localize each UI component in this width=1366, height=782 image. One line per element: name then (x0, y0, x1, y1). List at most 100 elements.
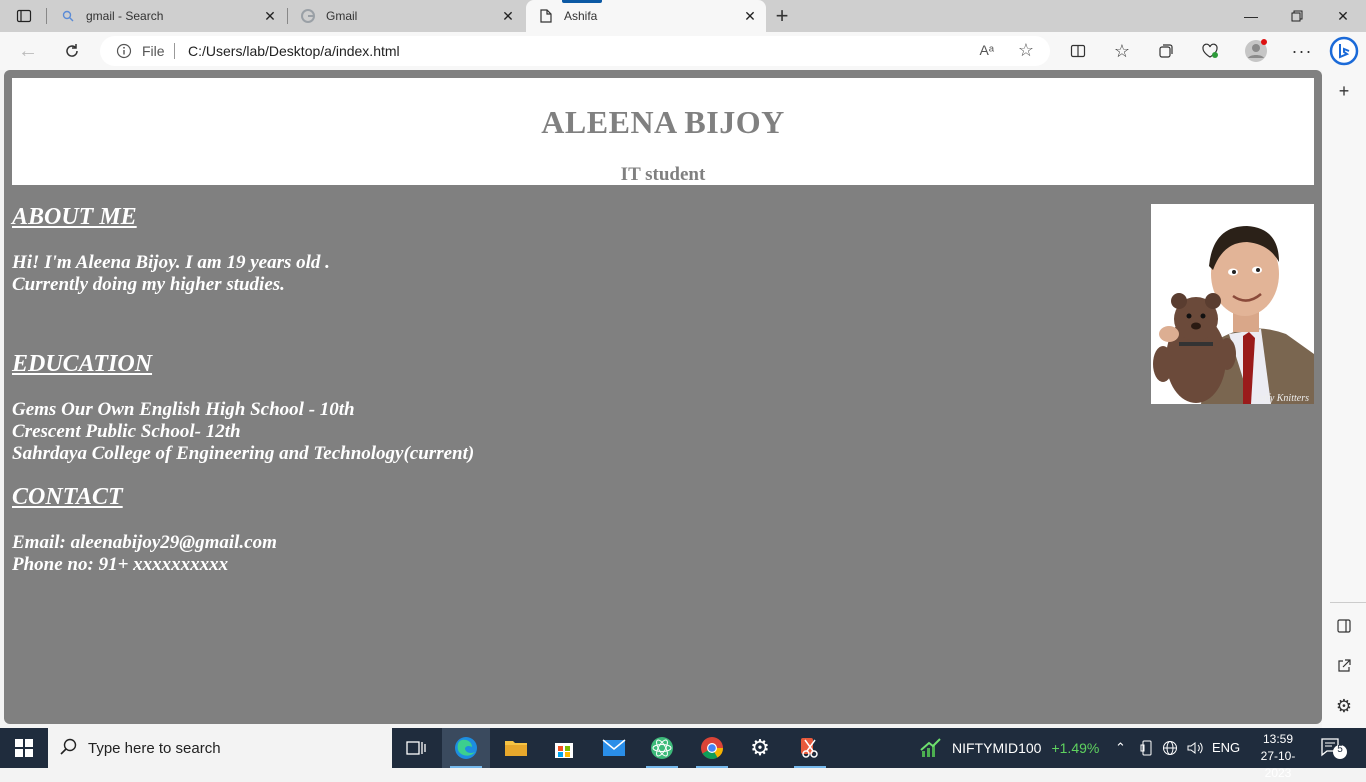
refresh-button[interactable] (56, 35, 88, 67)
windows-logo-icon (15, 739, 33, 757)
about-heading: ABOUT ME (12, 204, 137, 230)
about-line: Hi! I'm Aleena Bijoy. I am 19 years old … (12, 252, 330, 273)
taskbar-store[interactable] (540, 728, 588, 768)
about-line: Currently doing my higher studies. (12, 274, 285, 295)
profile-photo: Taffy Knitters (1151, 204, 1314, 404)
minimize-button[interactable]: — (1228, 0, 1274, 32)
avatar (1245, 39, 1267, 62)
tab-separator (46, 8, 47, 24)
scheme-label: File (142, 43, 165, 59)
back-button[interactable]: ← (12, 35, 44, 67)
page-header: ALEENA BIJOY IT student (12, 78, 1314, 185)
read-aloud-icon[interactable]: Aᵃ (979, 42, 994, 58)
stock-chart-icon (920, 738, 941, 757)
sidebar-add-button[interactable]: + (1332, 79, 1356, 103)
sidebar-settings-button[interactable]: ⚙ (1332, 694, 1356, 718)
profile-button[interactable] (1240, 35, 1272, 67)
mail-icon (602, 739, 626, 756)
external-link-icon (1338, 659, 1351, 672)
browser-essentials-button[interactable] (1194, 35, 1226, 67)
contact-heading: CONTACT (12, 484, 123, 510)
google-icon (300, 8, 316, 24)
restore-icon (1291, 10, 1303, 22)
show-hidden-icons-button[interactable]: ⌃ (1115, 740, 1126, 756)
store-icon (555, 743, 573, 758)
notification-center-button[interactable]: 5 (1318, 736, 1348, 760)
contact-email: Email: aleenabijoy29@gmail.com (12, 532, 277, 553)
windows-taskbar: Type here to search ⚙ NIFTYMID100 +1.49%… (0, 728, 1366, 780)
favorites-button[interactable]: ☆ (1106, 35, 1138, 67)
restore-button[interactable] (1274, 0, 1320, 32)
taskbar-mail[interactable] (590, 728, 638, 768)
tab-title: Gmail (326, 9, 358, 23)
tab-title: gmail - Search (86, 9, 164, 23)
gear-icon: ⚙ (750, 735, 770, 760)
search-icon (60, 738, 77, 755)
collections-button[interactable] (1150, 35, 1182, 67)
close-window-button[interactable]: ✕ (1320, 0, 1366, 32)
atom-icon (651, 737, 673, 759)
split-screen-button[interactable] (1062, 35, 1094, 67)
taskbar-atom[interactable] (638, 728, 686, 768)
settings-more-button[interactable]: ··· (1286, 35, 1318, 67)
taskbar-edge[interactable] (442, 728, 490, 768)
tab-strip: gmail - Search ✕ Gmail ✕ Ashifa ✕ + — ✕ (0, 0, 1366, 32)
page-subtitle: IT student (620, 164, 706, 185)
taskbar-settings[interactable]: ⚙ (736, 728, 784, 768)
network-globe-icon[interactable] (1162, 740, 1178, 759)
heart-pulse-icon (1202, 43, 1218, 58)
page-title: ALEENA BIJOY (541, 104, 785, 140)
stock-widget[interactable]: NIFTYMID100 +1.49% (920, 728, 1099, 768)
education-line: Sahrdaya College of Engineering and Tech… (12, 443, 475, 464)
start-button[interactable] (0, 728, 48, 768)
task-view-icon (406, 741, 426, 755)
favorite-star-icon[interactable]: ☆ (1018, 40, 1034, 61)
bing-copilot-button[interactable] (1326, 33, 1362, 69)
tab-gmail-search[interactable]: gmail - Search ✕ (48, 0, 286, 32)
close-tab-button[interactable]: ✕ (260, 6, 280, 26)
url-text[interactable]: C:/Users/lab/Desktop/a/index.html (188, 43, 400, 59)
refresh-icon (66, 44, 78, 57)
taskbar-file-explorer[interactable] (492, 728, 540, 768)
close-tab-button[interactable]: ✕ (740, 6, 760, 26)
clock-date: 27-10-2023 (1260, 749, 1296, 780)
stock-name: NIFTYMID100 (952, 740, 1042, 756)
system-clock[interactable]: 13:59 27-10-2023 (1248, 731, 1308, 782)
tab-title: Ashifa (564, 9, 598, 23)
sidebar-divider (1330, 602, 1366, 603)
address-bar[interactable]: File C:/Users/lab/Desktop/a/index.html A… (100, 36, 1050, 66)
hide-sidebar-button[interactable] (1332, 614, 1356, 638)
close-tab-button[interactable]: ✕ (498, 6, 518, 26)
info-icon[interactable] (116, 43, 132, 59)
browser-toolbar: ← File C:/Users/lab/Desktop/a/index.html… (0, 32, 1366, 70)
tab-actions-icon (16, 9, 32, 23)
search-icon (60, 8, 76, 24)
open-external-button[interactable] (1332, 654, 1356, 678)
favorites-icon: ☆ (1113, 40, 1131, 61)
folder-icon (505, 741, 527, 756)
collections-icon (1159, 44, 1173, 58)
tab-ashifa[interactable]: Ashifa ✕ (526, 0, 766, 32)
taskbar-chrome[interactable] (688, 728, 736, 768)
taskbar-snipping-tool[interactable] (786, 728, 834, 768)
contact-phone: Phone no: 91+ xxxxxxxxxx (12, 554, 229, 575)
edge-icon (455, 737, 477, 759)
web-page: ALEENA BIJOY IT student ABOUT ME Hi! I'm… (4, 70, 1322, 724)
chrome-icon (701, 737, 723, 759)
volume-icon[interactable] (1186, 740, 1204, 759)
scissors-icon (801, 738, 818, 758)
taskbar-search-box[interactable]: Type here to search (48, 728, 392, 768)
language-indicator[interactable]: ENG (1212, 740, 1240, 755)
split-screen-icon (1070, 44, 1086, 58)
photo-caption: Taffy Knitters (1255, 393, 1309, 404)
new-tab-button[interactable]: + (770, 3, 794, 28)
gear-icon: ⚙ (1335, 695, 1353, 716)
tab-actions-button[interactable] (8, 4, 40, 28)
education-heading: EDUCATION (12, 351, 153, 377)
device-icon[interactable] (1140, 740, 1154, 759)
stock-change: +1.49% (1051, 740, 1100, 756)
file-icon (538, 8, 554, 24)
task-view-button[interactable] (392, 728, 440, 768)
education-line: Gems Our Own English High School - 10th (12, 399, 355, 420)
tab-gmail[interactable]: Gmail ✕ (288, 0, 524, 32)
